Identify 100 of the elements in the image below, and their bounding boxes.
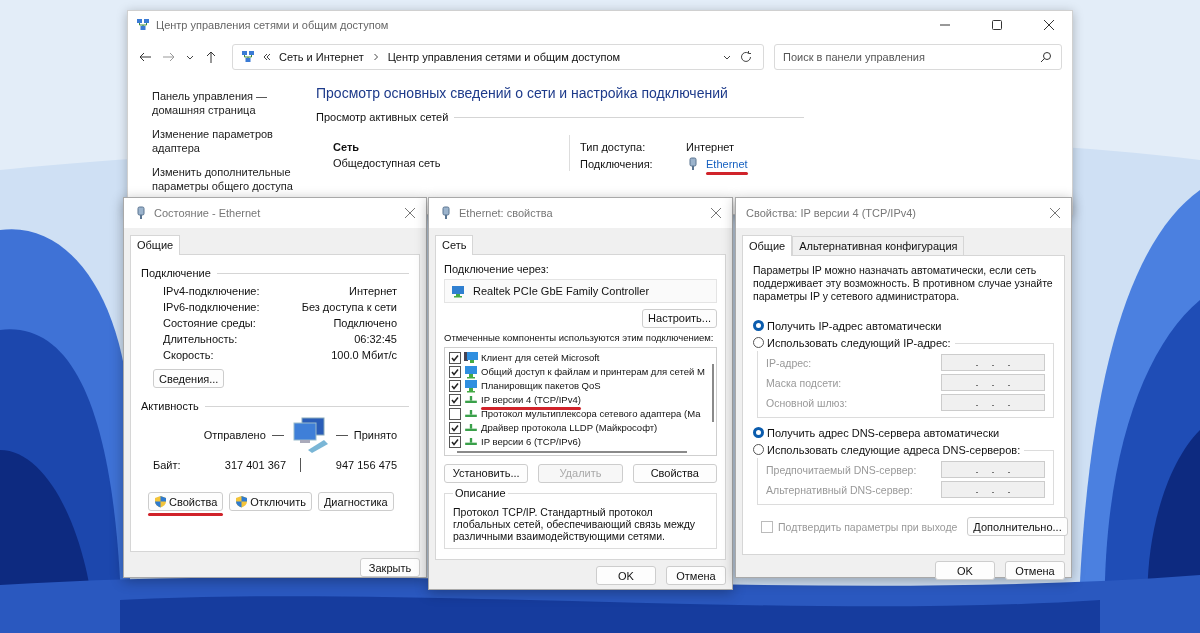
back-arrow-icon[interactable] [138,50,152,64]
bytes-sent-value: 317 401 367 [223,459,286,471]
monitor-icon [464,350,478,365]
action-button[interactable]: Установить... [444,463,529,483]
option-label: Использовать следующие адреса DNS-серверов: [767,443,1021,456]
protocol-icon [465,410,477,418]
adapter-name: Realtek PCIe GbE Family Controller [473,284,650,297]
action-button[interactable]: Свойства [148,492,224,511]
section-label: Просмотр активных сетей [316,111,449,123]
list-item[interactable]: Клиент для сетей Microsoft [481,352,600,364]
ethernet-link[interactable]: Ethernet [706,158,748,170]
checkbox[interactable] [449,407,461,420]
field-value: Без доступа к сети [301,301,397,313]
cancel-button[interactable]: Отмена [666,566,726,585]
search-field[interactable]: Поиск в панели управления [774,44,1062,70]
checkbox[interactable] [449,435,461,448]
advanced-button[interactable]: Дополнительно... [967,517,1068,536]
list-item[interactable]: IP версии 6 (TCP/IPv6) [481,436,581,448]
refresh-icon[interactable] [739,50,753,64]
dialog-title: Ethernet: свойства [459,207,553,219]
list-item[interactable]: IP версии 4 (TCP/IPv4) [481,394,581,406]
radio-button[interactable] [753,444,764,455]
action-button[interactable]: Свойства [632,463,717,483]
action-button[interactable]: Отключить [229,492,312,511]
field-label: Состояние среды: [163,317,257,329]
ok-button[interactable]: OK [935,561,995,580]
chevron-right-icon[interactable] [371,53,380,61]
sidebar-link[interactable]: Панель управления — домашняя страница [152,89,316,117]
tab[interactable]: Сеть [435,235,474,255]
plug-icon [686,157,700,171]
tab[interactable]: Общие [742,235,793,256]
checkbox[interactable] [449,393,461,406]
dialog-title: Свойства: IP версии 4 (TCP/IPv4) [746,207,917,219]
connections-label: Подключения: [580,158,654,170]
sidebar-link[interactable]: Изменить дополнительные параметры общего доступа [152,165,316,193]
list-item[interactable]: Драйвер протокола LLDP (Майкрософт) [481,422,658,434]
maximize-icon[interactable] [992,20,1002,30]
up-arrow-icon[interactable] [204,50,218,64]
list-item[interactable]: Протокол мультиплексора сетевого адаптера (Ма [481,408,701,420]
sidebar-link[interactable]: Изменение параметров адаптера [152,127,316,155]
field-label: Предпочитаемый DNS-сервер: [766,463,917,476]
access-type-value: Интернет [686,141,734,153]
shield-icon [235,495,249,508]
scrollbar[interactable] [712,363,714,422]
protocol-icon [465,424,477,432]
group-label: Описание [453,486,508,499]
network-category: Общедоступная сеть [333,157,442,169]
field-label: IPv6-подключение: [163,301,261,313]
network-name: Сеть [333,141,361,153]
page-heading: Просмотр основных сведений о сети и настройка подключений [316,85,729,101]
cancel-button[interactable]: Отмена [1005,561,1065,580]
protocol-icon [465,396,477,404]
field-label: Основной шлюз: [766,396,848,409]
double-chevron-icon[interactable] [263,53,271,61]
radio-button[interactable] [753,427,764,438]
field-value: Подключено [332,317,397,329]
tab[interactable]: Общие [130,235,181,255]
protocol-icon [465,438,477,446]
radio-button[interactable] [753,337,764,348]
shield-icon [154,495,167,508]
field-value: Интернет [348,285,397,297]
search-icon[interactable] [1040,51,1052,63]
monitor-icon [464,378,478,393]
tab[interactable]: Альтернативная конфигурация [792,236,965,255]
field-value: 100.0 Мбит/с [330,349,397,361]
breadcrumb-item[interactable]: Сеть и Интернет [279,51,364,63]
group-label: Активность [141,400,199,412]
window-title: Центр управления сетями и общим доступом [156,19,389,31]
field-label: Скорость: [163,349,215,361]
dialog-title: Состояние - Ethernet [154,207,261,219]
ok-button[interactable]: OK [596,566,656,585]
field-label: Подключение через: [444,263,550,275]
field-label: Альтернативный DNS-сервер: [766,483,913,496]
bytes-label: Байт: [153,459,182,471]
details-button[interactable]: Сведения... [153,369,225,388]
configure-button[interactable]: Настроить... [642,308,717,328]
forward-arrow-icon[interactable] [162,50,176,64]
list-item[interactable]: Планировщик пакетов QoS [481,380,601,392]
radio-button[interactable] [753,320,764,331]
description-text: Протокол TCP/IP. Стандартный протокол глобальных сетей, обеспечивающий связь между различными взаимодействующими сетями. [453,505,697,542]
chevron-down-icon[interactable] [723,53,731,61]
field-label: IP-адрес: [766,356,812,369]
checkbox[interactable] [449,351,461,364]
action-button[interactable]: Диагностика [317,492,394,511]
checkbox[interactable] [449,379,461,392]
list-item[interactable]: Общий доступ к файлам и принтерам для сетей M [481,366,705,378]
checkbox[interactable] [449,421,461,434]
checkbox[interactable] [449,365,461,378]
received-label: Принято [353,429,397,441]
checkbox-label: Подтвердить параметры при выходе [778,520,958,533]
scrollbar[interactable] [457,450,687,453]
close-icon[interactable] [1044,20,1054,30]
chevron-down-icon[interactable] [186,53,194,61]
address-bar[interactable]: Сеть и Интернет Центр управления сетями и общим доступом [232,44,764,70]
group-label: Подключение [141,267,211,279]
option-label: Использовать следующий IP-адрес: [767,336,951,349]
close-button[interactable]: Закрыть [360,558,420,577]
bytes-received-value: 947 156 475 [334,459,397,471]
breadcrumb-item[interactable]: Центр управления сетями и общим доступом [387,51,621,63]
option-label: Получить адрес DNS-сервера автоматически [767,426,1000,439]
